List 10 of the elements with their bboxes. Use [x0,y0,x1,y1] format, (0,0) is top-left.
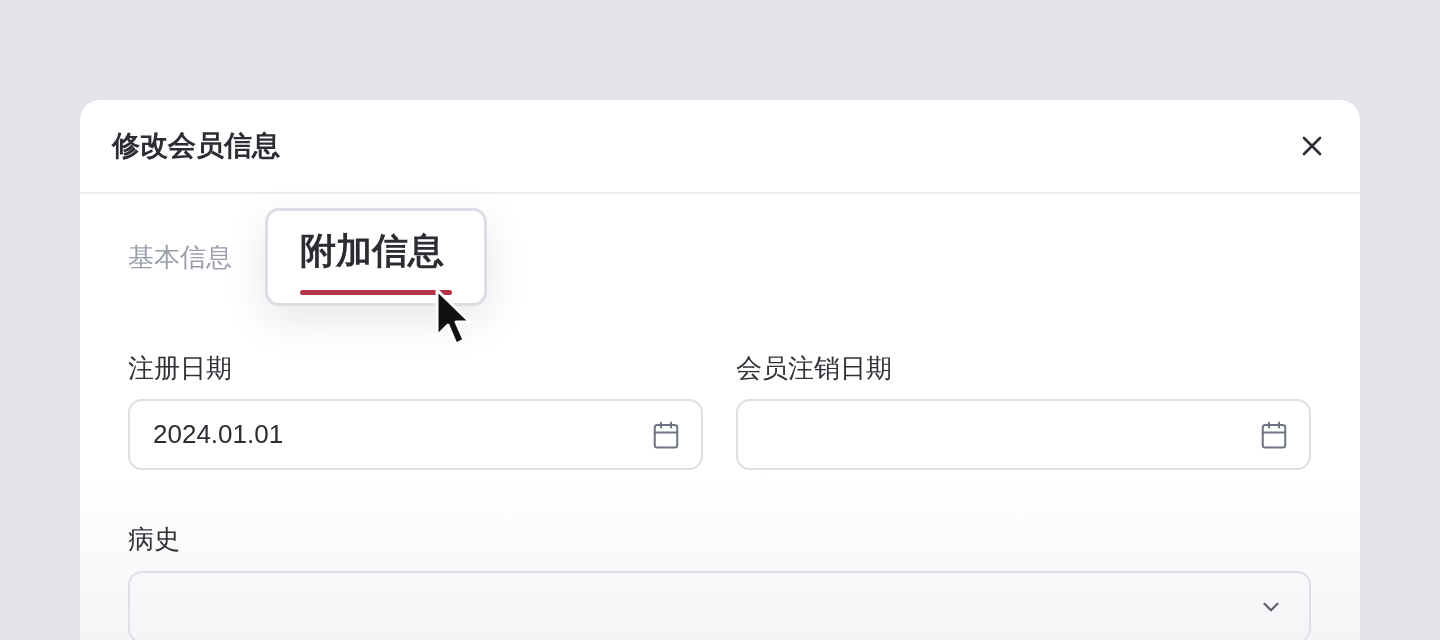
dialog-title: 修改会员信息 [112,129,280,163]
select-field[interactable] [128,570,1311,640]
field-label: 病史 [128,524,180,556]
calendar-icon[interactable] [651,419,681,450]
date-field[interactable]: 2024.01.01 [128,399,703,471]
tab[interactable]: 附加信息 [265,208,487,307]
date-field[interactable] [736,399,1311,471]
field-label: 会员注销日期 [736,353,892,385]
calendar-icon[interactable] [1259,419,1289,450]
field-label: 注册日期 [128,353,232,385]
